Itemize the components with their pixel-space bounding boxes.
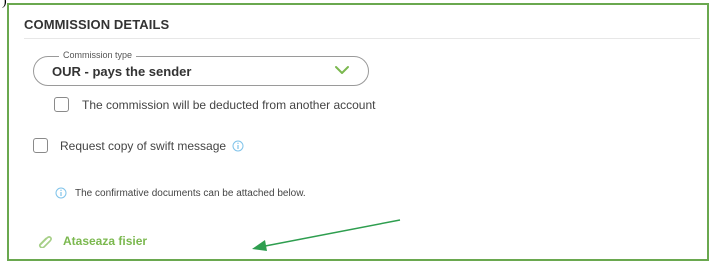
swift-copy-label: Request copy of swift message bbox=[60, 138, 227, 153]
chevron-down-icon[interactable] bbox=[334, 64, 350, 76]
swift-copy-checkbox[interactable] bbox=[33, 138, 48, 153]
commission-type-label: Commission type bbox=[59, 50, 137, 60]
attachment-note: The confirmative documents can be attach… bbox=[55, 187, 306, 199]
attach-file-link[interactable]: Ataseaza fisier bbox=[37, 234, 147, 248]
swift-copy-option[interactable]: Request copy of swift message bbox=[33, 138, 244, 153]
section-divider bbox=[24, 38, 700, 39]
info-icon bbox=[55, 187, 67, 199]
commission-type-select[interactable]: Commission type OUR - pays the sender bbox=[33, 50, 369, 86]
commission-type-value: OUR - pays the sender bbox=[52, 64, 192, 79]
deduct-other-account-label: The commission will be deducted from ano… bbox=[82, 97, 376, 112]
attachment-note-text: The confirmative documents can be attach… bbox=[75, 187, 306, 199]
attach-file-label: Ataseaza fisier bbox=[63, 234, 148, 248]
deduct-other-account-checkbox[interactable] bbox=[54, 97, 69, 112]
deduct-other-account-option[interactable]: The commission will be deducted from ano… bbox=[54, 97, 375, 112]
info-icon[interactable] bbox=[232, 140, 244, 152]
arrow-annotation bbox=[252, 219, 401, 251]
section-title: COMMISSION DETAILS bbox=[24, 17, 170, 32]
paperclip-icon bbox=[38, 236, 52, 248]
